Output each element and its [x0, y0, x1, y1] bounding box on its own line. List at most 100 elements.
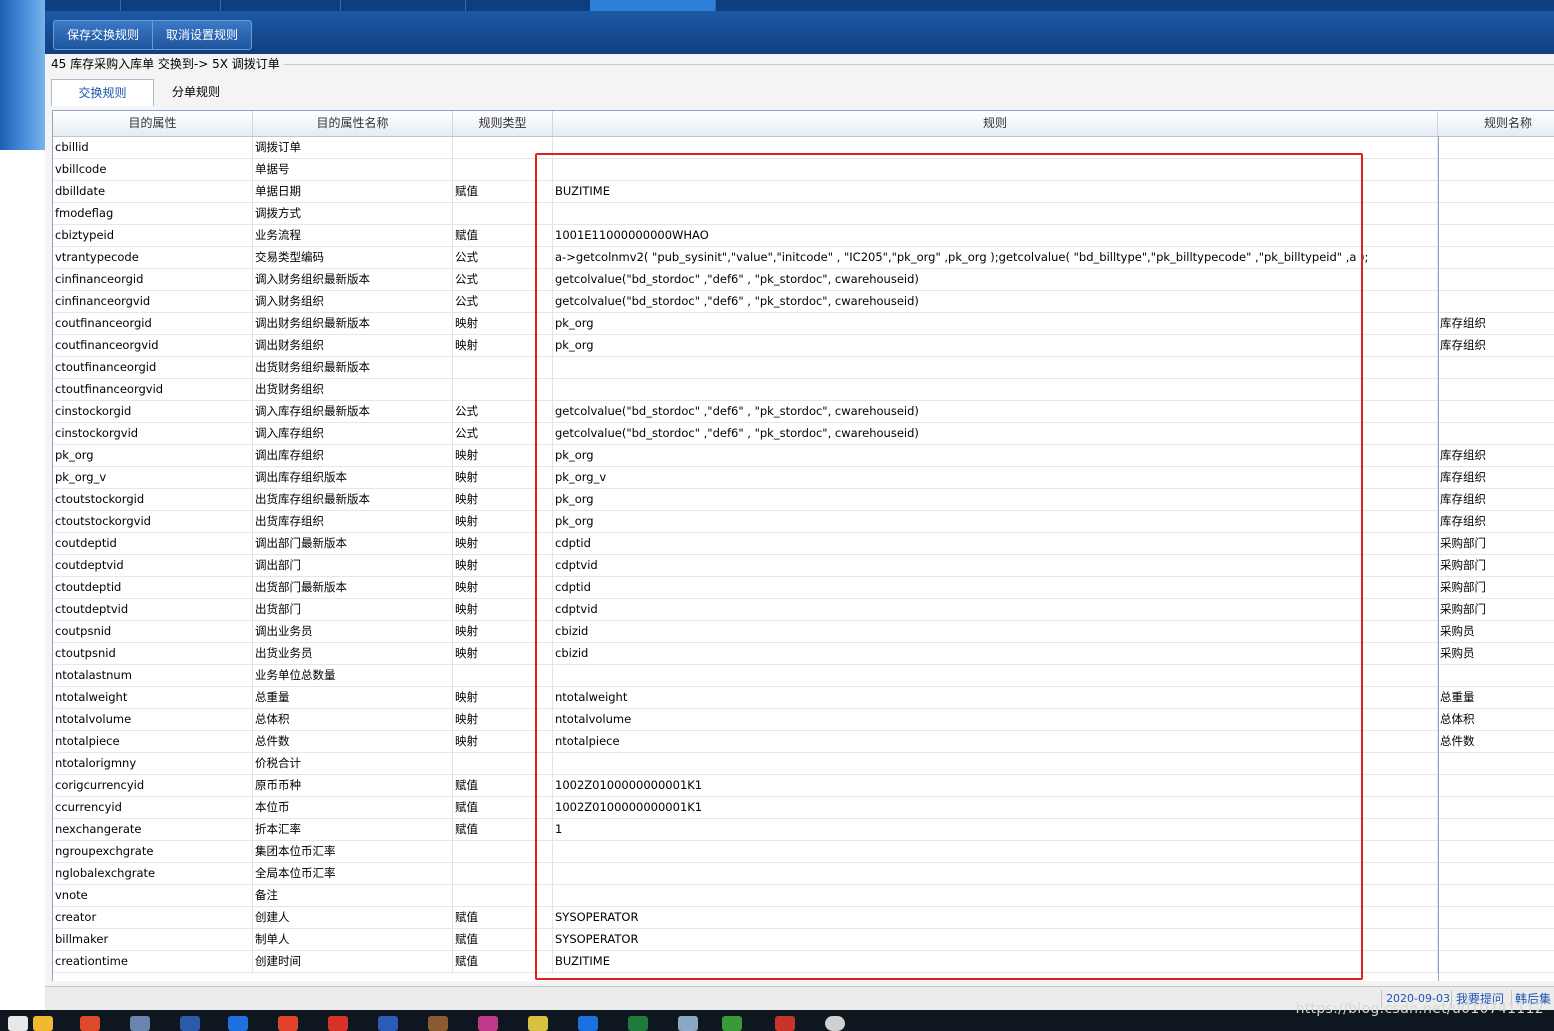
cell-rule-type[interactable]: 映射	[453, 621, 553, 642]
cell-rule[interactable]: getcolvalue("bd_stordoc" ,"def6" , "pk_s…	[553, 269, 1438, 290]
module-tab[interactable]	[45, 0, 121, 11]
column-header-rule[interactable]: 规则	[553, 111, 1438, 136]
cell-rule-type[interactable]: 公式	[453, 269, 553, 290]
cell-rule-type[interactable]	[453, 203, 553, 224]
cell-rule-type[interactable]: 公式	[453, 401, 553, 422]
table-row[interactable]: coutpsnid 调出业务员 映射 cbizid 采购员	[53, 621, 1554, 643]
cell-target-attr-name[interactable]: 调入财务组织最新版本	[253, 269, 453, 290]
cell-rule[interactable]	[553, 203, 1438, 224]
cell-target-attr[interactable]: coutdeptid	[53, 533, 253, 554]
cell-rule-name[interactable]	[1438, 665, 1554, 686]
cell-target-attr[interactable]: dbilldate	[53, 181, 253, 202]
tab-split-rules[interactable]: 分单规则	[156, 79, 236, 105]
cell-rule-type[interactable]	[453, 159, 553, 180]
cell-target-attr[interactable]: ngroupexchgrate	[53, 841, 253, 862]
cell-rule-type[interactable]: 赋值	[453, 225, 553, 246]
cell-rule[interactable]: BUZITIME	[553, 951, 1438, 972]
cell-rule-type[interactable]: 映射	[453, 643, 553, 664]
table-row[interactable]: fmodeflag 调拨方式	[53, 203, 1554, 225]
cell-target-attr-name[interactable]: 原币币种	[253, 775, 453, 796]
cell-rule-name[interactable]: 采购部门	[1438, 599, 1554, 620]
cell-rule[interactable]: cbizid	[553, 621, 1438, 642]
cell-rule[interactable]: getcolvalue("bd_stordoc" ,"def6" , "pk_s…	[553, 401, 1438, 422]
cell-rule-type[interactable]	[453, 885, 553, 906]
save-exchange-rule-button[interactable]: 保存交换规则	[54, 21, 152, 49]
table-row[interactable]: vtrantypecode 交易类型编码 公式 a->getcolnmv2( "pub…	[53, 247, 1554, 269]
cell-rule-name[interactable]	[1438, 841, 1554, 862]
cell-rule-type[interactable]: 映射	[453, 687, 553, 708]
cell-rule[interactable]: pk_org	[553, 511, 1438, 532]
cell-target-attr-name[interactable]: 出货财务组织最新版本	[253, 357, 453, 378]
cell-rule[interactable]: 1	[553, 819, 1438, 840]
cell-rule-type[interactable]: 公式	[453, 423, 553, 444]
cell-target-attr[interactable]: vnote	[53, 885, 253, 906]
cell-target-attr-name[interactable]: 制单人	[253, 929, 453, 950]
cell-rule[interactable]: BUZITIME	[553, 181, 1438, 202]
column-header-target-attr[interactable]: 目的属性	[53, 111, 253, 136]
table-row[interactable]: nglobalexchgrate 全局本位币汇率	[53, 863, 1554, 885]
cell-rule-name[interactable]: 库存组织	[1438, 313, 1554, 334]
cell-target-attr[interactable]: cinfinanceorgvid	[53, 291, 253, 312]
table-row[interactable]: cinfinanceorgid 调入财务组织最新版本 公式 getcolvalue("…	[53, 269, 1554, 291]
cell-rule-name[interactable]	[1438, 247, 1554, 268]
cell-rule-name[interactable]: 采购部门	[1438, 577, 1554, 598]
cell-rule-type[interactable]	[453, 665, 553, 686]
cell-target-attr-name[interactable]: 调入财务组织	[253, 291, 453, 312]
cell-target-attr-name[interactable]: 创建时间	[253, 951, 453, 972]
cell-rule-name[interactable]	[1438, 819, 1554, 840]
cell-rule[interactable]: cdptid	[553, 577, 1438, 598]
app-icon[interactable]	[722, 1016, 742, 1031]
excel-icon[interactable]	[628, 1016, 648, 1031]
table-row[interactable]: ntotalvolume 总体积 映射 ntotalvolume 总体积	[53, 709, 1554, 731]
cell-target-attr[interactable]: ntotalpiece	[53, 731, 253, 752]
cell-target-attr[interactable]: ntotalorigmny	[53, 753, 253, 774]
cell-target-attr[interactable]: billmaker	[53, 929, 253, 950]
module-tab[interactable]	[465, 0, 591, 11]
cell-target-attr-name[interactable]: 集团本位币汇率	[253, 841, 453, 862]
table-row[interactable]: ctoutpsnid 出货业务员 映射 cbizid 采购员	[53, 643, 1554, 665]
cell-rule[interactable]: cdptid	[553, 533, 1438, 554]
table-row[interactable]: cbillid 调拨订单	[53, 137, 1554, 159]
chrome-icon[interactable]	[278, 1016, 298, 1031]
cell-rule-name[interactable]: 库存组织	[1438, 445, 1554, 466]
cell-rule[interactable]: SYSOPERATOR	[553, 929, 1438, 950]
cell-rule-type[interactable]	[453, 137, 553, 158]
table-row[interactable]: ntotalpiece 总件数 映射 ntotalpiece 总件数	[53, 731, 1554, 753]
module-tab[interactable]	[340, 0, 466, 11]
cell-rule[interactable]: 1002Z0100000000001K1	[553, 797, 1438, 818]
cell-rule[interactable]	[553, 357, 1438, 378]
column-header-target-attr-name[interactable]: 目的属性名称	[253, 111, 453, 136]
cell-rule-name[interactable]: 库存组织	[1438, 467, 1554, 488]
cell-rule-type[interactable]	[453, 841, 553, 862]
cell-target-attr-name[interactable]: 本位币	[253, 797, 453, 818]
app-icon[interactable]	[578, 1016, 598, 1031]
cell-rule-name[interactable]: 库存组织	[1438, 511, 1554, 532]
calculator-icon[interactable]	[130, 1016, 150, 1031]
cell-rule-name[interactable]	[1438, 753, 1554, 774]
cell-rule-name[interactable]	[1438, 423, 1554, 444]
cell-target-attr-name[interactable]: 调拨订单	[253, 137, 453, 158]
cell-target-attr[interactable]: nglobalexchgrate	[53, 863, 253, 884]
cell-target-attr-name[interactable]: 出货财务组织	[253, 379, 453, 400]
cell-rule-name[interactable]	[1438, 797, 1554, 818]
app-icon[interactable]	[775, 1016, 795, 1031]
cell-target-attr[interactable]: pk_org	[53, 445, 253, 466]
cell-rule[interactable]	[553, 753, 1438, 774]
cell-target-attr[interactable]: vbillcode	[53, 159, 253, 180]
cell-target-attr-name[interactable]: 出货库存组织最新版本	[253, 489, 453, 510]
cell-target-attr-name[interactable]: 单据号	[253, 159, 453, 180]
cell-target-attr-name[interactable]: 价税合计	[253, 753, 453, 774]
module-tab[interactable]	[220, 0, 341, 11]
table-row[interactable]: dbilldate 单据日期 赋值 BUZITIME	[53, 181, 1554, 203]
table-row[interactable]: vnote 备注	[53, 885, 1554, 907]
column-header-rule-type[interactable]: 规则类型	[453, 111, 553, 136]
app-icon[interactable]	[428, 1016, 448, 1031]
cell-rule[interactable]	[553, 885, 1438, 906]
cell-rule-type[interactable]: 映射	[453, 533, 553, 554]
cell-rule[interactable]	[553, 137, 1438, 158]
cell-target-attr[interactable]: ctoutstockorgid	[53, 489, 253, 510]
cell-rule[interactable]: pk_org	[553, 489, 1438, 510]
table-row[interactable]: ctoutfinanceorgvid 出货财务组织	[53, 379, 1554, 401]
cell-rule-name[interactable]	[1438, 885, 1554, 906]
table-row[interactable]: ntotalastnum 业务单位总数量	[53, 665, 1554, 687]
